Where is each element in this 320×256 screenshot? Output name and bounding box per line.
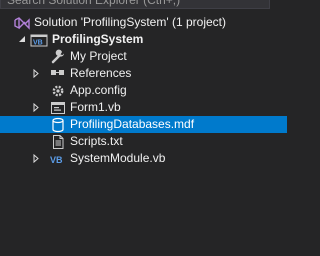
tree-item-label: Form1.vb [70,100,121,114]
config-icon [52,85,64,97]
collapsed-arrow-icon[interactable] [30,150,42,167]
search-box[interactable] [0,0,270,9]
tree-item-label: App.config [70,83,127,97]
tree-item-label: Scripts.txt [70,134,123,148]
search-input[interactable] [7,0,247,8]
search-dropdown-icon[interactable] [253,0,269,4]
tree-item-project[interactable]: VB ProfilingSystem [0,31,287,48]
expanded-arrow-icon[interactable] [16,31,28,48]
tree-item-system-module[interactable]: VB SystemModule.vb [0,150,287,167]
solution-label: Solution 'ProfilingSystem' (1 project) [34,15,226,29]
svg-text:VB: VB [33,40,43,47]
tree-item-my-project[interactable]: My Project [0,48,287,65]
tree-item-form1[interactable]: Form1.vb [0,99,287,116]
text-file-icon [53,135,64,149]
vb-file-icon: VB [50,155,63,165]
wrench-icon [51,49,64,64]
tree-item-solution[interactable]: Solution 'ProfilingSystem' (1 project) [0,14,287,31]
tree-item-label: My Project [70,49,127,63]
project-label: ProfilingSystem [52,32,144,46]
svg-text:VB: VB [50,155,63,165]
tree-item-references[interactable]: References [0,65,287,82]
form-icon [51,102,65,114]
vb-project-icon: VB [30,34,48,47]
references-icon [51,70,64,75]
tree-item-label: References [70,66,132,80]
collapsed-arrow-icon[interactable] [30,65,42,82]
tree-item-label: SystemModule.vb [70,151,166,165]
solution-tree: Solution 'ProfilingSystem' (1 project) V… [0,14,287,167]
tree-item-profiling-databases[interactable]: ProfilingDatabases.mdf [0,116,287,133]
tree-item-label: ProfilingDatabases.mdf [70,117,195,131]
collapsed-arrow-icon[interactable] [30,99,42,116]
solution-icon [14,17,30,30]
database-icon [52,117,64,133]
tree-item-scripts[interactable]: Scripts.txt [0,133,287,150]
tree-item-app-config[interactable]: App.config [0,82,287,99]
